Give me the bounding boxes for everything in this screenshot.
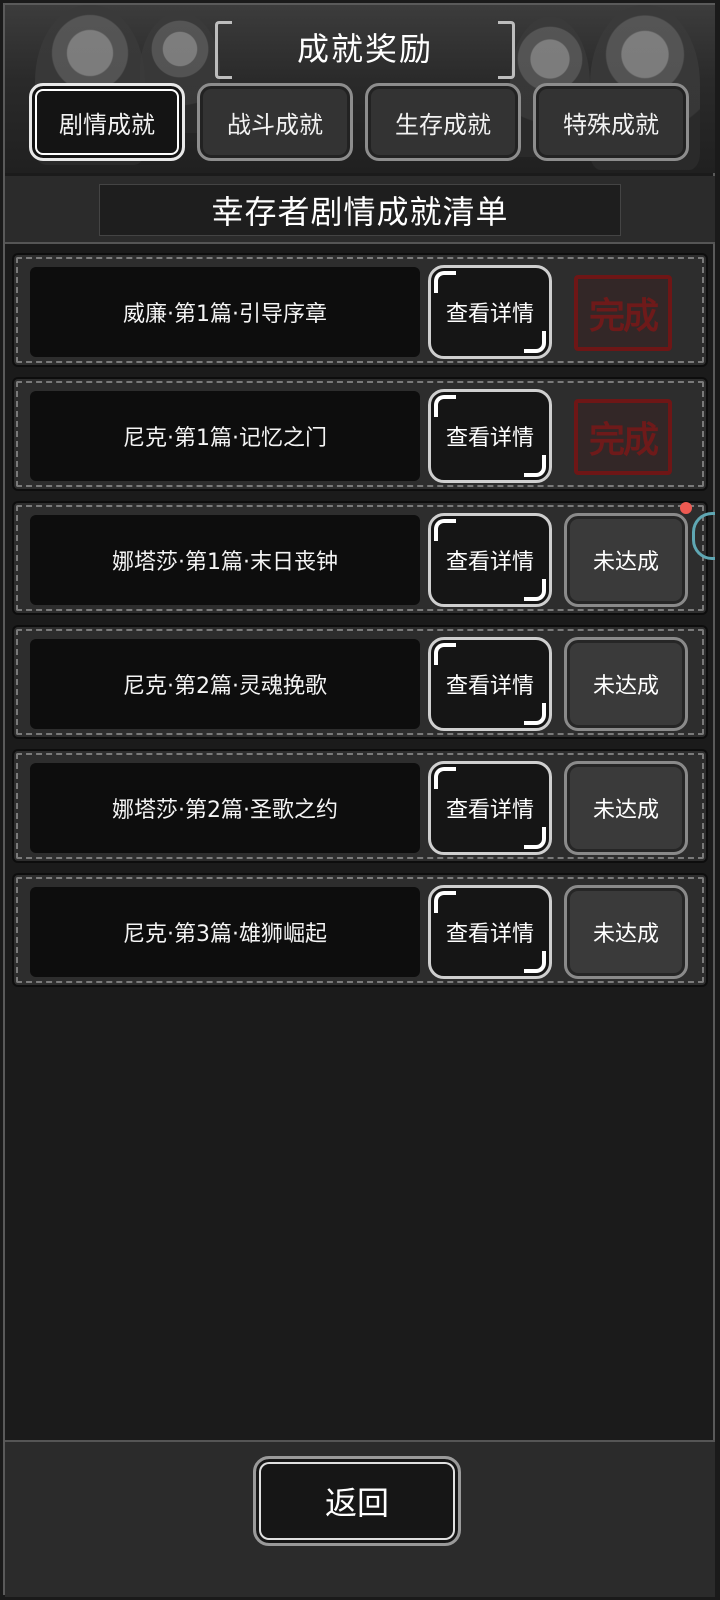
tab-label: 剧情成就: [59, 110, 155, 139]
page-title: 成就奖励: [296, 30, 433, 68]
footer-bar: 返回: [5, 1440, 715, 1597]
achievement-name: 尼克·第3篇·雄狮崛起: [30, 887, 420, 977]
achievement-row: 娜塔莎·第1篇·末日丧钟 查看详情 未达成: [12, 501, 708, 615]
completed-stamp: 完成: [574, 399, 672, 475]
view-details-button[interactable]: 查看详情: [428, 761, 552, 855]
status-label: 未达成: [592, 922, 659, 947]
status-label: 未达成: [592, 550, 659, 575]
not-achieved-button[interactable]: 未达成: [564, 637, 688, 731]
tab-survival[interactable]: 生存成就: [365, 83, 521, 161]
not-achieved-button[interactable]: 未达成: [564, 885, 688, 979]
tab-special[interactable]: 特殊成就: [533, 83, 689, 161]
view-details-button[interactable]: 查看详情: [428, 637, 552, 731]
status-label: 完成: [588, 296, 659, 337]
achievement-name: 尼克·第2篇·灵魂挽歌: [30, 639, 420, 729]
header-banner: 成就奖励 剧情成就 战斗成就 生存成就 特殊成就: [5, 5, 715, 173]
view-details-label: 查看详情: [445, 302, 534, 327]
not-achieved-button[interactable]: 未达成: [564, 513, 688, 607]
view-details-button[interactable]: 查看详情: [428, 513, 552, 607]
status-label: 未达成: [592, 798, 659, 823]
section-header: 幸存者剧情成就清单: [5, 176, 715, 244]
achievement-row: 尼克·第2篇·灵魂挽歌 查看详情 未达成: [12, 625, 708, 739]
title-bracket-left: [215, 21, 232, 79]
view-details-label: 查看详情: [445, 922, 534, 947]
view-details-button[interactable]: 查看详情: [428, 389, 552, 483]
status-label: 未达成: [592, 674, 659, 699]
achievement-row: 威廉·第1篇·引导序章 查看详情 完成: [12, 253, 708, 367]
view-details-button[interactable]: 查看详情: [428, 265, 552, 359]
not-achieved-button[interactable]: 未达成: [564, 761, 688, 855]
view-details-label: 查看详情: [445, 798, 534, 823]
tab-label: 特殊成就: [563, 110, 659, 139]
page-title-plate: 成就奖励: [215, 19, 515, 79]
tab-story[interactable]: 剧情成就: [29, 83, 185, 161]
achievement-name: 娜塔莎·第2篇·圣歌之约: [30, 763, 420, 853]
achievement-row: 尼克·第3篇·雄狮崛起 查看详情 未达成: [12, 873, 708, 987]
achievement-name: 娜塔莎·第1篇·末日丧钟: [30, 515, 420, 605]
back-button[interactable]: 返回: [253, 1456, 461, 1546]
tab-label: 战斗成就: [227, 110, 323, 139]
section-title: 幸存者剧情成就清单: [99, 184, 621, 236]
tab-label: 生存成就: [395, 110, 491, 139]
view-details-label: 查看详情: [445, 426, 534, 451]
achievement-row: 尼克·第1篇·记忆之门 查看详情 完成: [12, 377, 708, 491]
tab-combat[interactable]: 战斗成就: [197, 83, 353, 161]
achievement-name: 威廉·第1篇·引导序章: [30, 267, 420, 357]
view-details-button[interactable]: 查看详情: [428, 885, 552, 979]
view-details-label: 查看详情: [445, 550, 534, 575]
achievement-name: 尼克·第1篇·记忆之门: [30, 391, 420, 481]
category-tabs: 剧情成就 战斗成就 生存成就 特殊成就: [29, 83, 701, 163]
title-bracket-right: [498, 21, 515, 79]
view-details-label: 查看详情: [445, 674, 534, 699]
completed-stamp: 完成: [574, 275, 672, 351]
back-label: 返回: [324, 1484, 389, 1522]
status-label: 完成: [588, 420, 659, 461]
achievement-row: 娜塔莎·第2篇·圣歌之约 查看详情 未达成: [12, 749, 708, 863]
notification-dot: [680, 502, 692, 514]
